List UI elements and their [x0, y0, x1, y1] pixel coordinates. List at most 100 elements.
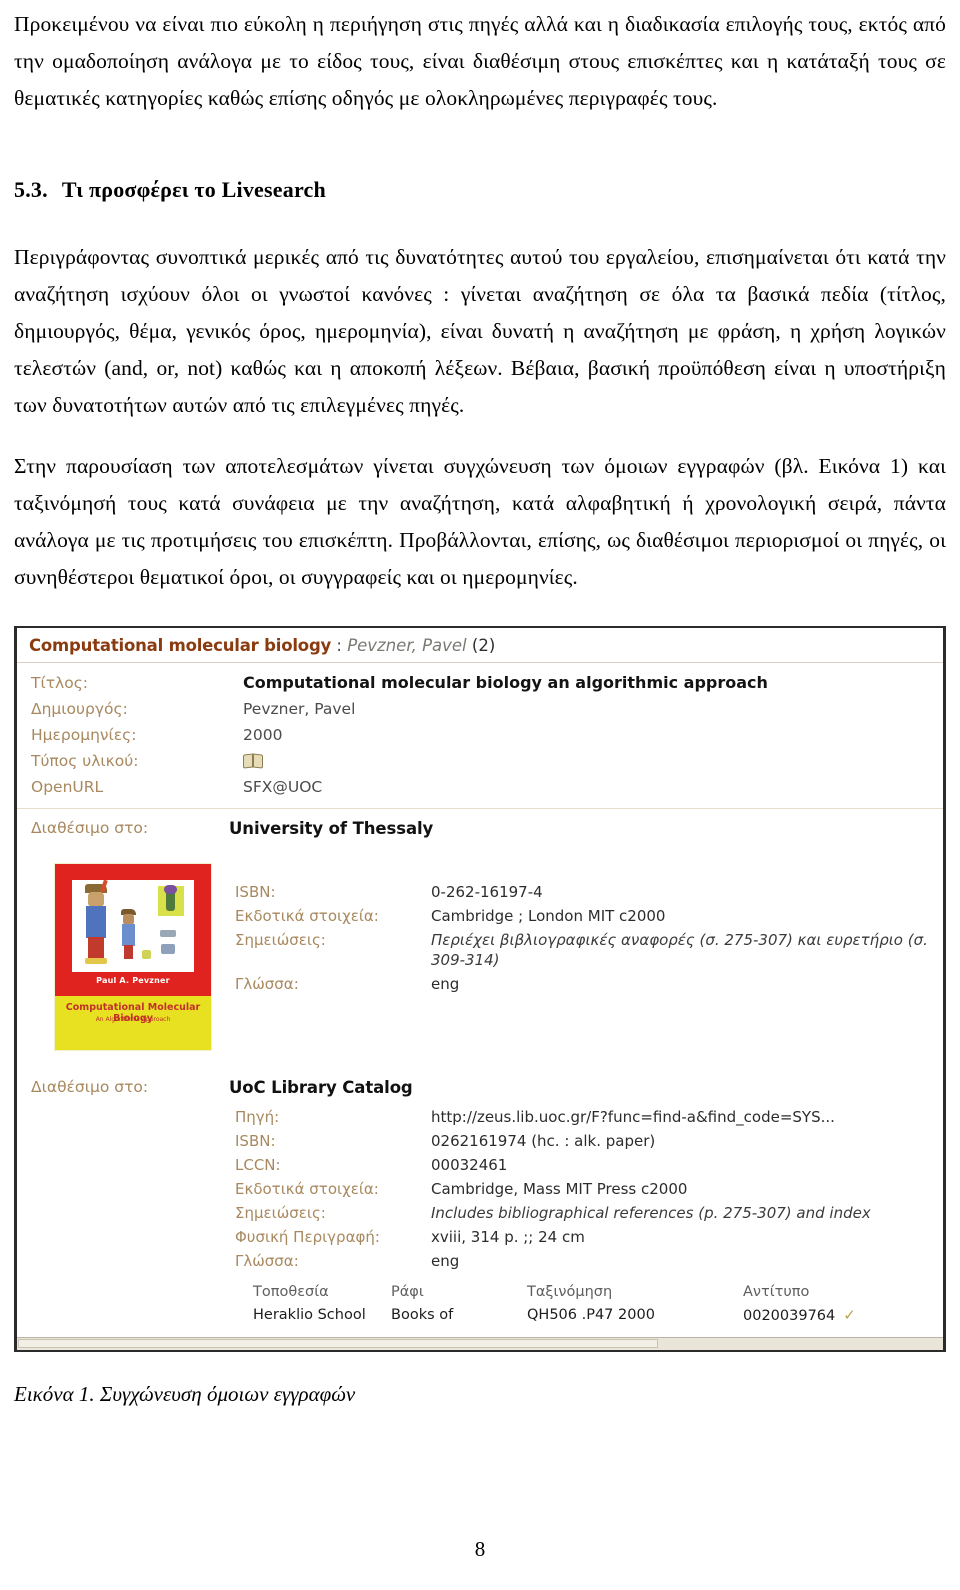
field-row-creator: Δημιουργός: Pevzner, Pavel — [17, 696, 943, 722]
source-label-thessaly: Διαθέσιμο στο: — [31, 819, 149, 837]
source-header-thessaly: Διαθέσιμο στο: University of Thessaly — [17, 809, 943, 844]
field-label-dates: Ημερομηνίες: — [31, 726, 137, 744]
field-label-source-uoc: Πηγή: — [235, 1108, 280, 1126]
figure-caption: Εικόνα 1. Συγχώνευση όμοιων εγγραφών — [14, 1382, 356, 1406]
field-value-dates: 2000 — [243, 726, 283, 744]
holdings-col-classification: Ταξινόμηση — [527, 1284, 613, 1300]
holdings-cell-classification: QH506 .P47 2000 — [527, 1307, 655, 1323]
source-header-uoc: Διαθέσιμο στο: UoC Library Catalog — [17, 1068, 943, 1103]
document-page: Προκειμένου να είναι πιο εύκολη η περιήγ… — [0, 0, 960, 1590]
source-value-thessaly[interactable]: University of Thessaly — [229, 819, 433, 838]
cover-author-text: Paul A. Pevzner — [96, 976, 170, 985]
record-title[interactable]: Computational molecular biology — [29, 636, 331, 655]
main-field-table: Τίτλος: Computational molecular biology … — [17, 670, 943, 800]
field-row-imprint-uoc: Εκδοτικά στοιχεία: Cambridge, Mass MIT P… — [17, 1177, 943, 1201]
record-header[interactable]: Computational molecular biology : Pevzne… — [17, 628, 943, 663]
cover-subtitle-text: An Algorithmic Approach — [95, 1016, 171, 1023]
table-row: Heraklio School Books of QH506 .P47 2000… — [17, 1303, 943, 1327]
field-value-creator: Pevzner, Pavel — [243, 700, 356, 718]
field-value-lccn-uoc: 00032461 — [431, 1156, 508, 1174]
field-value-openurl[interactable]: SFX@UOC — [243, 774, 943, 800]
section-heading: 5.3. Τι προσφέρει το Livesearch — [14, 175, 946, 205]
field-row-language-uoc: Γλώσσα: eng — [17, 1249, 943, 1273]
record-author[interactable]: Pevzner, Pavel — [347, 636, 466, 655]
figure-livesearch-screenshot: Computational molecular biology : Pevzne… — [14, 626, 946, 1352]
field-row-notes-uoc: Σημειώσεις: Includes bibliographical ref… — [17, 1201, 943, 1225]
field-row-material-type: Τύπος υλικού: — [17, 748, 943, 774]
field-label-isbn-uoc: ISBN: — [235, 1132, 276, 1150]
holdings-cell-copy: 0020039764 ✓ — [743, 1303, 943, 1327]
field-row-title: Τίτλος: Computational molecular biology … — [17, 670, 943, 696]
field-row-openurl: OpenURL SFX@UOC — [17, 774, 943, 800]
holdings-col-shelf: Ράφι — [391, 1284, 424, 1300]
cover-illustration — [72, 879, 194, 972]
page-number: 8 — [474, 1537, 486, 1561]
holdings-col-copy: Αντίτυπο — [743, 1284, 810, 1300]
field-row-isbn-thessaly: ISBN: 0-262-16197-4 — [235, 880, 943, 904]
record-separator: : — [331, 636, 348, 655]
paragraph-results: Στην παρουσίαση των αποτελεσμάτων γίνετα… — [14, 454, 946, 589]
field-label-imprint-thessaly: Εκδοτικά στοιχεία: — [235, 907, 379, 925]
book-icon — [243, 753, 263, 769]
uoc-fields: Πηγή: http://zeus.lib.uoc.gr/F?func=find… — [17, 1103, 943, 1275]
field-label-title: Τίτλος: — [31, 674, 89, 692]
field-row-isbn-uoc: ISBN: 0262161974 (hc. : alk. paper) — [17, 1129, 943, 1153]
section-title: Τι προσφέρει το Livesearch — [61, 177, 326, 202]
uoc-field-table: Πηγή: http://zeus.lib.uoc.gr/F?func=find… — [17, 1105, 943, 1273]
holdings-cell-shelf: Books of — [391, 1307, 454, 1323]
field-label-material-type: Τύπος υλικού: — [31, 752, 139, 770]
field-value-physical-uoc: xviii, 314 p. ;; 24 cm — [431, 1228, 585, 1246]
thessaly-fields: ISBN: 0-262-16197-4 Εκδοτικά στοιχεία: C… — [235, 850, 943, 996]
holdings-header-row: Τοποθεσία Ράφι Ταξινόμηση Αντίτυπο — [17, 1281, 943, 1303]
scrollbar-thumb[interactable] — [18, 1339, 658, 1348]
field-value-notes-uoc: Includes bibliographical references (p. … — [431, 1204, 871, 1222]
source-label-uoc: Διαθέσιμο στο: — [31, 1078, 149, 1096]
field-row-language-thessaly: Γλώσσα: eng — [235, 972, 943, 996]
record-main-fields: Τίτλος: Computational molecular biology … — [17, 663, 943, 806]
holdings-col-location: Τοποθεσία — [253, 1284, 329, 1300]
field-label-physical-uoc: Φυσική Περιγραφή: — [235, 1228, 380, 1246]
book-cover-thumbnail[interactable]: Paul A. Pevzner Computational Molecular … — [33, 850, 233, 1064]
field-value-language-thessaly: eng — [431, 975, 460, 993]
field-value-language-uoc: eng — [431, 1252, 460, 1270]
paragraph-features: Περιγράφοντας συνοπτικά μερικές από τις … — [14, 245, 946, 417]
field-value-title: Computational molecular biology an algor… — [243, 673, 768, 692]
horizontal-scrollbar[interactable] — [17, 1337, 943, 1350]
field-label-isbn-thessaly: ISBN: — [235, 883, 276, 901]
livesearch-result-panel: Computational molecular biology : Pevzne… — [17, 628, 943, 1337]
section-number: 5.3. — [14, 177, 48, 202]
field-value-isbn-thessaly: 0-262-16197-4 — [431, 883, 543, 901]
field-label-openurl: OpenURL — [31, 778, 104, 796]
holdings-table: Τοποθεσία Ράφι Ταξινόμηση Αντίτυπο Herak… — [17, 1281, 943, 1327]
field-label-language-uoc: Γλώσσα: — [235, 1252, 299, 1270]
field-row-lccn-uoc: LCCN: 00032461 — [17, 1153, 943, 1177]
field-row-dates: Ημερομηνίες: 2000 — [17, 722, 943, 748]
field-label-creator: Δημιουργός: — [31, 700, 128, 718]
field-value-imprint-thessaly: Cambridge ; London MIT c2000 — [431, 907, 666, 925]
field-label-notes-thessaly: Σημειώσεις: — [235, 931, 326, 949]
field-value-imprint-uoc: Cambridge, Mass MIT Press c2000 — [431, 1180, 688, 1198]
field-row-physical-uoc: Φυσική Περιγραφή: xviii, 314 p. ;; 24 cm — [17, 1225, 943, 1249]
source-value-uoc[interactable]: UoC Library Catalog — [229, 1078, 413, 1097]
field-value-material-type — [243, 748, 943, 774]
field-value-isbn-uoc: 0262161974 (hc. : alk. paper) — [431, 1132, 656, 1150]
field-row-notes-thessaly: Σημειώσεις: Περιέχει βιβλιογραφικές αναφ… — [235, 928, 943, 972]
panel-bottom-spacer — [17, 1327, 943, 1337]
holdings-copy-number: 0020039764 — [743, 1308, 836, 1324]
field-value-notes-thessaly: Περιέχει βιβλιογραφικές αναφορές (σ. 275… — [431, 931, 928, 969]
field-value-source-uoc[interactable]: http://zeus.lib.uoc.gr/F?func=find-a&fin… — [431, 1105, 943, 1129]
cover-art: Paul A. Pevzner Computational Molecular … — [55, 864, 211, 1050]
field-row-imprint-thessaly: Εκδοτικά στοιχεία: Cambridge ; London MI… — [235, 904, 943, 928]
thessaly-field-table: ISBN: 0-262-16197-4 Εκδοτικά στοιχεία: C… — [235, 880, 943, 996]
paragraph-intro: Προκειμένου να είναι πιο εύκολη η περιήγ… — [14, 12, 946, 110]
field-row-source-uoc: Πηγή: http://zeus.lib.uoc.gr/F?func=find… — [17, 1105, 943, 1129]
cover-cell: Paul A. Pevzner Computational Molecular … — [17, 850, 235, 1064]
field-label-language-thessaly: Γλώσσα: — [235, 975, 299, 993]
holding-thessaly: Paul A. Pevzner Computational Molecular … — [17, 844, 943, 1068]
holdings-cell-location: Heraklio School — [253, 1307, 366, 1323]
check-icon: ✓ — [843, 1306, 856, 1324]
